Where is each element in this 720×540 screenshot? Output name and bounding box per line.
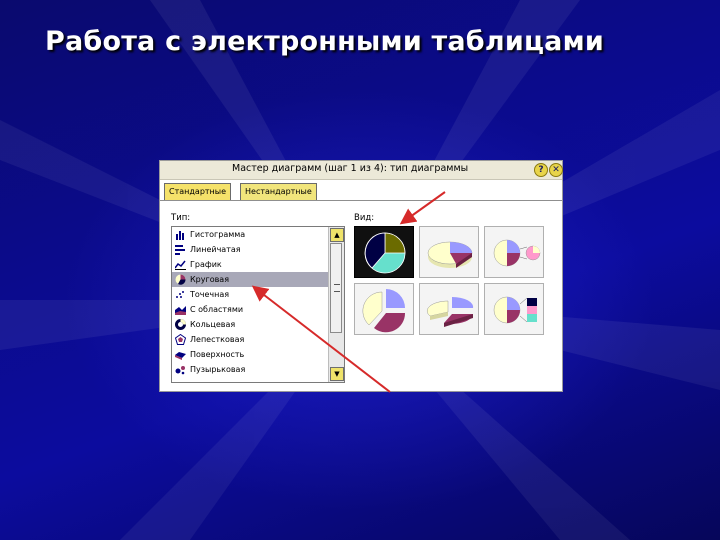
dialog-title: Мастер диаграмм (шаг 1 из 4): тип диагра… xyxy=(232,163,469,174)
tab-divider xyxy=(160,200,562,201)
surface-chart-icon xyxy=(175,352,186,360)
line-graph-icon xyxy=(175,260,186,270)
help-button[interactable]: ? xyxy=(534,163,548,177)
pie-3d-preview xyxy=(427,241,473,268)
histogram-icon xyxy=(176,231,184,240)
radar-chart-icon xyxy=(175,334,186,345)
list-item-surface[interactable]: Поверхность xyxy=(172,347,328,362)
type-label: Тип: xyxy=(171,213,191,223)
subtype-gallery xyxy=(354,226,546,338)
donut-chart-icon xyxy=(175,319,186,330)
tab-custom[interactable]: Нестандартные xyxy=(240,183,317,201)
scroll-up-button[interactable]: ▲ xyxy=(330,228,344,242)
chart-wizard-dialog: Мастер диаграмм (шаг 1 из 4): тип диагра… xyxy=(159,160,563,392)
pie-of-pie-preview xyxy=(493,239,541,267)
list-item-scatter[interactable]: Точечная xyxy=(172,287,328,302)
subtype-pie-3d-exploded[interactable] xyxy=(419,283,479,335)
tab-standard[interactable]: Стандартные xyxy=(164,183,232,201)
list-item-line[interactable]: График xyxy=(172,257,328,272)
pie-basic-preview xyxy=(364,232,406,274)
close-button[interactable]: ✕ xyxy=(549,163,563,177)
list-item-bar[interactable]: Линейчатая xyxy=(172,242,328,257)
slide-title: Работа с электронными таблицами xyxy=(45,26,604,57)
list-item-radar[interactable]: Лепестковая xyxy=(172,332,328,347)
subtype-pie-basic[interactable] xyxy=(354,226,414,278)
list-item-bubble[interactable]: Пузырьковая xyxy=(172,362,328,377)
subtype-pie-3d[interactable] xyxy=(419,226,479,278)
area-chart-icon xyxy=(175,306,186,315)
list-item-donut[interactable]: Кольцевая xyxy=(172,317,328,332)
dialog-titlebar[interactable]: Мастер диаграмм (шаг 1 из 4): тип диагра… xyxy=(160,161,563,180)
list-item-pie[interactable]: Круговая xyxy=(172,272,328,287)
chart-type-list[interactable]: Гистограмма Линейчатая График Круговая Т… xyxy=(171,226,345,383)
scatter-icon xyxy=(176,291,184,298)
subtype-pie-exploded[interactable] xyxy=(354,283,414,335)
scroll-down-button[interactable]: ▼ xyxy=(330,367,344,381)
bar-of-pie-preview xyxy=(493,296,537,324)
list-item-histogram[interactable]: Гистограмма xyxy=(172,227,328,242)
subtype-pie-of-pie[interactable] xyxy=(484,226,544,278)
view-label: Вид: xyxy=(354,213,375,223)
subtype-bar-of-pie[interactable] xyxy=(484,283,544,335)
type-list-scrollbar[interactable]: ▲ ▼ xyxy=(328,227,344,382)
pie-chart-icon xyxy=(175,274,186,285)
bubble-chart-icon xyxy=(175,366,185,375)
list-item-area[interactable]: С областями xyxy=(172,302,328,317)
pie-exploded-preview xyxy=(362,289,406,333)
grip-icon xyxy=(334,284,340,292)
pie-3d-exploded-preview xyxy=(426,296,474,327)
bar-chart-icon xyxy=(175,245,185,255)
scroll-thumb[interactable] xyxy=(330,243,342,333)
